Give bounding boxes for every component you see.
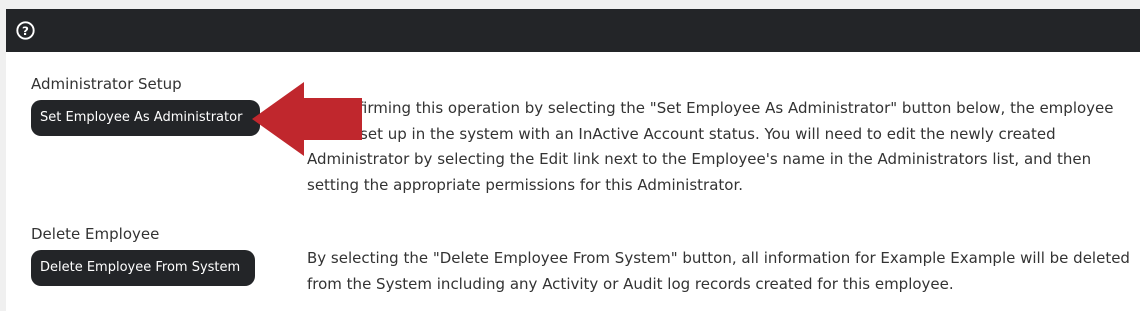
administrator-setup-label: Administrator Setup — [31, 75, 182, 93]
top-toolbar: ? — [6, 9, 1140, 52]
set-employee-as-administrator-button[interactable]: Set Employee As Administrator — [31, 100, 260, 136]
annotation-arrow — [252, 82, 362, 156]
svg-text:?: ? — [22, 24, 29, 38]
delete-employee-label: Delete Employee — [31, 225, 160, 243]
delete-employee-from-system-button[interactable]: Delete Employee From System — [31, 250, 255, 286]
employee-actions-panel: Administrator Setup Set Employee As Admi… — [6, 52, 1140, 311]
delete-employee-description: By selecting the "Delete Employee From S… — [307, 249, 1130, 293]
help-icon[interactable]: ? — [16, 21, 35, 40]
administrator-setup-description: By confirming this operation by selectin… — [307, 99, 1114, 194]
